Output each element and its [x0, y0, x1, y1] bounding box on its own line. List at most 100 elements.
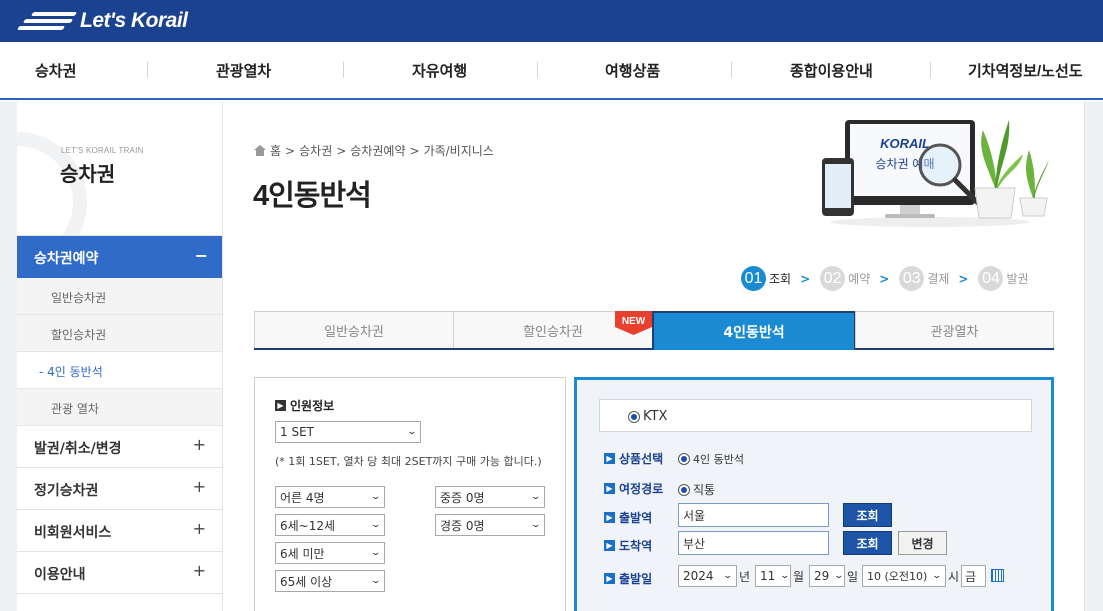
step-reserve: 02 예약 >: [820, 266, 899, 291]
arrive-lookup-button[interactable]: 조회: [843, 531, 892, 555]
nav-item-tickets[interactable]: 승차권: [35, 60, 76, 81]
step-payment: 03 결제 >: [899, 266, 978, 291]
sidebar-item-commuter[interactable]: 정기승차권 +: [17, 468, 222, 510]
passenger-info-panel: ▶ 인원정보 1 SET ⌄ (* 1회 1SET, 열차 당 최대 2SET까지…: [254, 377, 566, 611]
logo-text: Let's Korail: [80, 9, 188, 32]
select-value: 어른 4명: [280, 490, 325, 505]
tab-regular-ticket[interactable]: 일반승차권: [254, 311, 454, 348]
monitor-base: [885, 214, 935, 218]
new-badge-label: NEW: [622, 316, 646, 327]
step-number: 04: [978, 266, 1004, 291]
ktx-radio[interactable]: [628, 410, 640, 423]
train-type-ktx[interactable]: KTX: [628, 409, 667, 424]
collapse-icon[interactable]: −: [195, 246, 208, 265]
sidebar-item-label: 비회원서비스: [34, 525, 112, 541]
step-number: 02: [820, 266, 846, 291]
select-value: 11: [760, 569, 776, 583]
train-type-box: KTX: [599, 399, 1032, 432]
row-label-text: 출발역: [619, 511, 653, 525]
sidebar-item-label: 승차권예약: [34, 251, 99, 267]
depart-station-input[interactable]: 서울: [678, 503, 829, 527]
expand-icon[interactable]: +: [193, 561, 206, 580]
passenger-info-heading: ▶ 인원정보: [275, 397, 334, 414]
tab-tour-train[interactable]: 관광열차: [855, 311, 1054, 348]
depart-station-label: ▶ 출발역: [604, 509, 652, 526]
breadcrumb-separator: >: [285, 143, 296, 158]
chevron-down-icon: ⌄: [370, 576, 382, 586]
new-badge: NEW: [615, 311, 652, 335]
hour-select[interactable]: 10 (오전10) ⌄: [862, 565, 946, 587]
select-value: 10 (오전10): [867, 570, 928, 583]
expand-icon[interactable]: +: [193, 519, 206, 538]
bullet-arrow-icon: ▶: [604, 483, 615, 494]
ticket-tabs: 일반승차권 할인승차권 4인동반석 관광열차: [254, 311, 1054, 350]
severe-disability-select[interactable]: 중증 0명 ⌄: [435, 486, 545, 508]
step-label: 예약: [848, 272, 871, 286]
monitor-stand: [900, 205, 920, 215]
home-icon[interactable]: [254, 145, 266, 156]
nav-divider: [147, 62, 148, 78]
step-arrow-icon: >: [800, 271, 811, 286]
section-heading-label: 인원정보: [290, 399, 335, 413]
month-select[interactable]: 11 ⌄: [755, 565, 791, 587]
step-arrow-icon: >: [879, 271, 890, 286]
train-type-label: KTX: [643, 409, 668, 424]
breadcrumb-current: 가족/비지니스: [423, 144, 494, 158]
day-select[interactable]: 29 ⌄: [809, 565, 845, 587]
chevron-down-icon: ⌄: [370, 520, 382, 530]
breadcrumb-separator: >: [409, 143, 420, 158]
select-value: 6세 미만: [280, 546, 325, 561]
product-radio[interactable]: [678, 453, 690, 465]
departure-date-label: ▶ 출발일: [604, 570, 652, 587]
route-option[interactable]: 직통: [678, 481, 715, 498]
sidebar-item-usage-guide[interactable]: 이용안내 +: [17, 552, 222, 594]
depart-lookup-button[interactable]: 조회: [843, 503, 892, 527]
nav-item-station-info[interactable]: 기차역정보/노선도: [968, 60, 1083, 81]
sidebar-item-issue-cancel[interactable]: 발권/취소/변경 +: [17, 426, 222, 468]
sidebar-subitem-tour-train[interactable]: 관광 열차: [17, 389, 222, 426]
nav-item-tour-train[interactable]: 관광열차: [216, 60, 271, 81]
chevron-down-icon: ⌄: [530, 520, 542, 530]
child-count-select[interactable]: 6세~12세 ⌄: [275, 514, 385, 536]
nav-item-guide[interactable]: 종합이용안내: [790, 60, 873, 81]
plant-leaf: [1033, 160, 1049, 198]
illustration-brand: KORAIL: [880, 136, 930, 151]
senior-count-select[interactable]: 65세 이상 ⌄: [275, 570, 385, 592]
nav-item-free-travel[interactable]: 자유여행: [412, 60, 467, 81]
route-radio[interactable]: [678, 483, 690, 496]
infant-count-select[interactable]: 6세 미만 ⌄: [275, 542, 385, 564]
year-select[interactable]: 2024 ⌄: [678, 565, 737, 587]
plant-pot-icon: [974, 187, 1016, 219]
train-search-panel: KTX ▶ 상품선택 4인 동반석 ▶ 여정경로 직통 ▶ 출발역 서울 조회 …: [574, 377, 1054, 611]
expand-icon[interactable]: +: [193, 435, 206, 454]
mild-disability-select[interactable]: 경증 0명 ⌄: [435, 514, 545, 536]
set-count-select[interactable]: 1 SET ⌄: [275, 421, 421, 443]
hour-unit: 시: [948, 570, 960, 584]
row-label-text: 상품선택: [619, 452, 664, 466]
sidebar-subitem-discount[interactable]: 할인승차권: [17, 315, 222, 352]
chevron-down-icon: ⌄: [931, 571, 943, 581]
korail-logo[interactable]: Let's Korail: [16, 8, 188, 34]
nav-item-travel-products[interactable]: 여행상품: [605, 60, 660, 81]
nav-divider: [930, 62, 931, 78]
bullet-arrow-icon: ▶: [275, 400, 286, 411]
swap-stations-button[interactable]: 변경: [898, 531, 947, 555]
calendar-icon[interactable]: [991, 569, 1004, 582]
adult-count-select[interactable]: 어른 4명 ⌄: [275, 486, 385, 508]
breadcrumb-reservation[interactable]: 승차권예약: [350, 142, 405, 159]
breadcrumb-tickets[interactable]: 승차권: [299, 142, 332, 159]
arrive-station-input[interactable]: 부산: [678, 531, 829, 555]
product-option[interactable]: 4인 동반석: [678, 451, 744, 467]
expand-icon[interactable]: +: [193, 477, 206, 496]
reservation-illustration: KORAIL 승차권 예매: [822, 120, 1049, 227]
year-unit: 년: [739, 570, 751, 584]
breadcrumb-home[interactable]: 홈: [270, 142, 281, 159]
tab-four-seat[interactable]: 4인동반석: [652, 311, 856, 350]
sidebar-subitem-regular[interactable]: 일반승차권: [17, 278, 222, 315]
step-arrow-icon: >: [958, 271, 969, 286]
sidebar-subitem-four-seat[interactable]: - 4인 동반석: [17, 352, 222, 389]
sidebar-item-reservation[interactable]: 승차권예약 −: [17, 236, 222, 278]
step-search: 01 조회 >: [741, 266, 820, 291]
sidebar-item-guest-service[interactable]: 비회원서비스 +: [17, 510, 222, 552]
select-value: 경증 0명: [440, 518, 485, 533]
